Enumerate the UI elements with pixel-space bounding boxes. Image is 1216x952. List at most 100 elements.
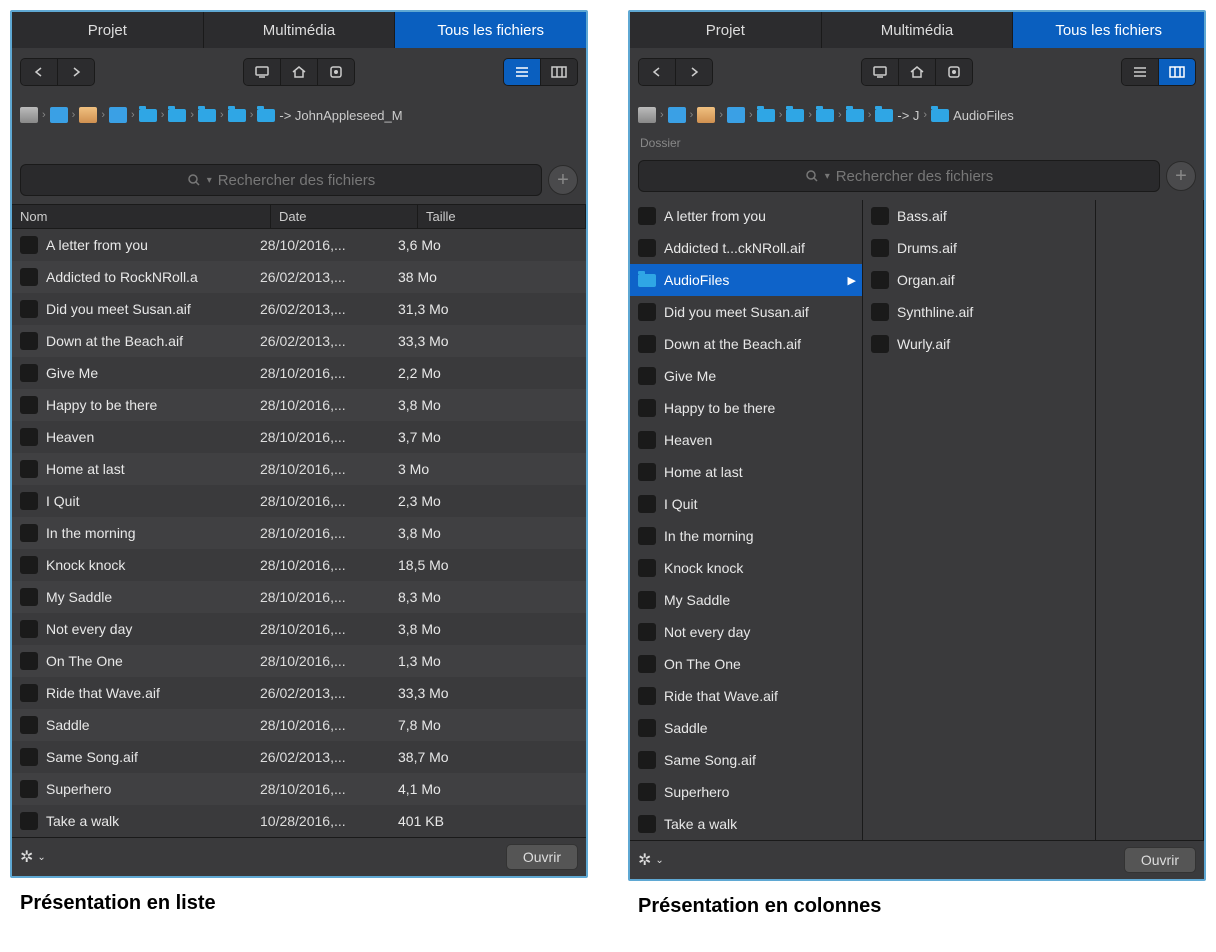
table-row[interactable]: Give Me28/10/2016,...2,2 Mo xyxy=(12,357,586,389)
table-row[interactable]: Home at last28/10/2016,...3 Mo xyxy=(12,453,586,485)
back-button[interactable] xyxy=(639,59,676,85)
list-view-button[interactable] xyxy=(504,59,541,85)
list-item[interactable]: Saddle xyxy=(630,712,862,744)
list-item[interactable]: Not every day xyxy=(630,616,862,648)
file-icon xyxy=(20,716,38,734)
project-button[interactable] xyxy=(936,59,972,85)
list-item[interactable]: Synthline.aif xyxy=(863,296,1095,328)
file-date: 28/10/2016,... xyxy=(252,237,390,253)
list-item[interactable]: I Quit xyxy=(630,488,862,520)
forward-button[interactable] xyxy=(676,59,712,85)
action-menu[interactable]: ✲⌄ xyxy=(638,850,664,870)
breadcrumb-text: AudioFiles xyxy=(953,108,1014,123)
search-input[interactable]: ▾ Rechercher des fichiers xyxy=(20,164,542,196)
table-row[interactable]: Ride that Wave.aif26/02/2013,...33,3 Mo xyxy=(12,677,586,709)
table-row[interactable]: Down at the Beach.aif26/02/2013,...33,3 … xyxy=(12,325,586,357)
tab-bar: Projet Multimédia Tous les fichiers xyxy=(630,12,1204,48)
list-item[interactable]: Addicted t...ckNRoll.aif xyxy=(630,232,862,264)
file-icon xyxy=(638,559,656,577)
table-row[interactable]: Happy to be there28/10/2016,...3,8 Mo xyxy=(12,389,586,421)
forward-button[interactable] xyxy=(58,59,94,85)
file-date: 26/02/2013,... xyxy=(252,685,390,701)
file-name: On The One xyxy=(46,653,252,669)
file-name: Down at the Beach.aif xyxy=(46,333,252,349)
list-item[interactable]: Home at last xyxy=(630,456,862,488)
file-icon xyxy=(20,652,38,670)
project-button[interactable] xyxy=(318,59,354,85)
table-row[interactable]: Take a walk10/28/2016,...401 KB xyxy=(12,805,586,837)
tab-multimedia[interactable]: Multimédia xyxy=(204,12,396,48)
table-row[interactable]: In the morning28/10/2016,...3,8 Mo xyxy=(12,517,586,549)
column-header-size[interactable]: Taille xyxy=(418,205,586,228)
breadcrumb[interactable]: › › › › › › › › -> J› AudioFiles xyxy=(630,96,1204,134)
list-item[interactable]: Drums.aif xyxy=(863,232,1095,264)
list-item[interactable]: Wurly.aif xyxy=(863,328,1095,360)
table-row[interactable]: Same Song.aif26/02/2013,...38,7 Mo xyxy=(12,741,586,773)
file-icon xyxy=(638,527,656,545)
file-icon xyxy=(638,463,656,481)
list-item[interactable]: Down at the Beach.aif xyxy=(630,328,862,360)
tab-tous-fichiers[interactable]: Tous les fichiers xyxy=(1013,12,1204,48)
column-pane-3[interactable] xyxy=(1096,200,1204,840)
file-icon xyxy=(20,684,38,702)
list-view-button[interactable] xyxy=(1122,59,1159,85)
column-header-name[interactable]: Nom xyxy=(12,205,271,228)
column-view-button[interactable] xyxy=(1159,59,1195,85)
table-row[interactable]: I Quit28/10/2016,...2,3 Mo xyxy=(12,485,586,517)
file-size: 401 KB xyxy=(390,813,586,829)
list-item[interactable]: Superhero xyxy=(630,776,862,808)
tab-tous-fichiers[interactable]: Tous les fichiers xyxy=(395,12,586,48)
back-button[interactable] xyxy=(21,59,58,85)
list-item[interactable]: Ride that Wave.aif xyxy=(630,680,862,712)
list-item[interactable]: Did you meet Susan.aif xyxy=(630,296,862,328)
table-row[interactable]: On The One28/10/2016,...1,3 Mo xyxy=(12,645,586,677)
list-item[interactable]: My Saddle xyxy=(630,584,862,616)
add-button[interactable]: + xyxy=(1166,161,1196,191)
list-item[interactable]: On The One xyxy=(630,648,862,680)
add-button[interactable]: + xyxy=(548,165,578,195)
list-item[interactable]: A letter from you xyxy=(630,200,862,232)
table-row[interactable]: A letter from you28/10/2016,...3,6 Mo xyxy=(12,229,586,261)
home-button[interactable] xyxy=(281,59,318,85)
table-row[interactable]: Did you meet Susan.aif26/02/2013,...31,3… xyxy=(12,293,586,325)
table-row[interactable]: Knock knock28/10/2016,...18,5 Mo xyxy=(12,549,586,581)
open-button[interactable]: Ouvrir xyxy=(506,844,578,870)
list-item[interactable]: Take a walk xyxy=(630,808,862,840)
list-item[interactable]: Give Me xyxy=(630,360,862,392)
file-list[interactable]: A letter from you28/10/2016,...3,6 MoAdd… xyxy=(12,229,586,837)
table-row[interactable]: Not every day28/10/2016,...3,8 Mo xyxy=(12,613,586,645)
item-name: Heaven xyxy=(664,432,856,448)
tab-projet[interactable]: Projet xyxy=(630,12,822,48)
item-name: On The One xyxy=(664,656,856,672)
list-item[interactable]: Same Song.aif xyxy=(630,744,862,776)
table-row[interactable]: Heaven28/10/2016,...3,7 Mo xyxy=(12,421,586,453)
table-row[interactable]: Saddle28/10/2016,...7,8 Mo xyxy=(12,709,586,741)
table-row[interactable]: My Saddle28/10/2016,...8,3 Mo xyxy=(12,581,586,613)
computer-button[interactable] xyxy=(862,59,899,85)
list-item[interactable]: Organ.aif xyxy=(863,264,1095,296)
item-name: A letter from you xyxy=(664,208,856,224)
list-item[interactable]: Heaven xyxy=(630,424,862,456)
tab-multimedia[interactable]: Multimédia xyxy=(822,12,1014,48)
tab-projet[interactable]: Projet xyxy=(12,12,204,48)
gear-icon: ✲ xyxy=(20,847,33,867)
file-icon xyxy=(638,207,656,225)
list-item[interactable]: Knock knock xyxy=(630,552,862,584)
home-button[interactable] xyxy=(899,59,936,85)
column-browser[interactable]: A letter from you Addicted t...ckNRoll.ai… xyxy=(630,200,1204,840)
list-item[interactable]: Happy to be there xyxy=(630,392,862,424)
column-view-button[interactable] xyxy=(541,59,577,85)
column-pane-1[interactable]: A letter from you Addicted t...ckNRoll.ai… xyxy=(630,200,863,840)
search-input[interactable]: ▾ Rechercher des fichiers xyxy=(638,160,1160,192)
open-button[interactable]: Ouvrir xyxy=(1124,847,1196,873)
list-item[interactable]: In the morning xyxy=(630,520,862,552)
action-menu[interactable]: ✲⌄ xyxy=(20,847,46,867)
computer-button[interactable] xyxy=(244,59,281,85)
list-item[interactable]: AudioFiles▶ xyxy=(630,264,862,296)
list-item[interactable]: Bass.aif xyxy=(863,200,1095,232)
table-row[interactable]: Addicted to RockNRoll.a26/02/2013,...38 … xyxy=(12,261,586,293)
breadcrumb[interactable]: › › › › › › › › -> JohnAppleseed_M xyxy=(12,96,586,134)
column-pane-2[interactable]: Bass.aifDrums.aifOrgan.aifSynthline.aifW… xyxy=(863,200,1096,840)
table-row[interactable]: Superhero28/10/2016,...4,1 Mo xyxy=(12,773,586,805)
column-header-date[interactable]: Date xyxy=(271,205,418,228)
